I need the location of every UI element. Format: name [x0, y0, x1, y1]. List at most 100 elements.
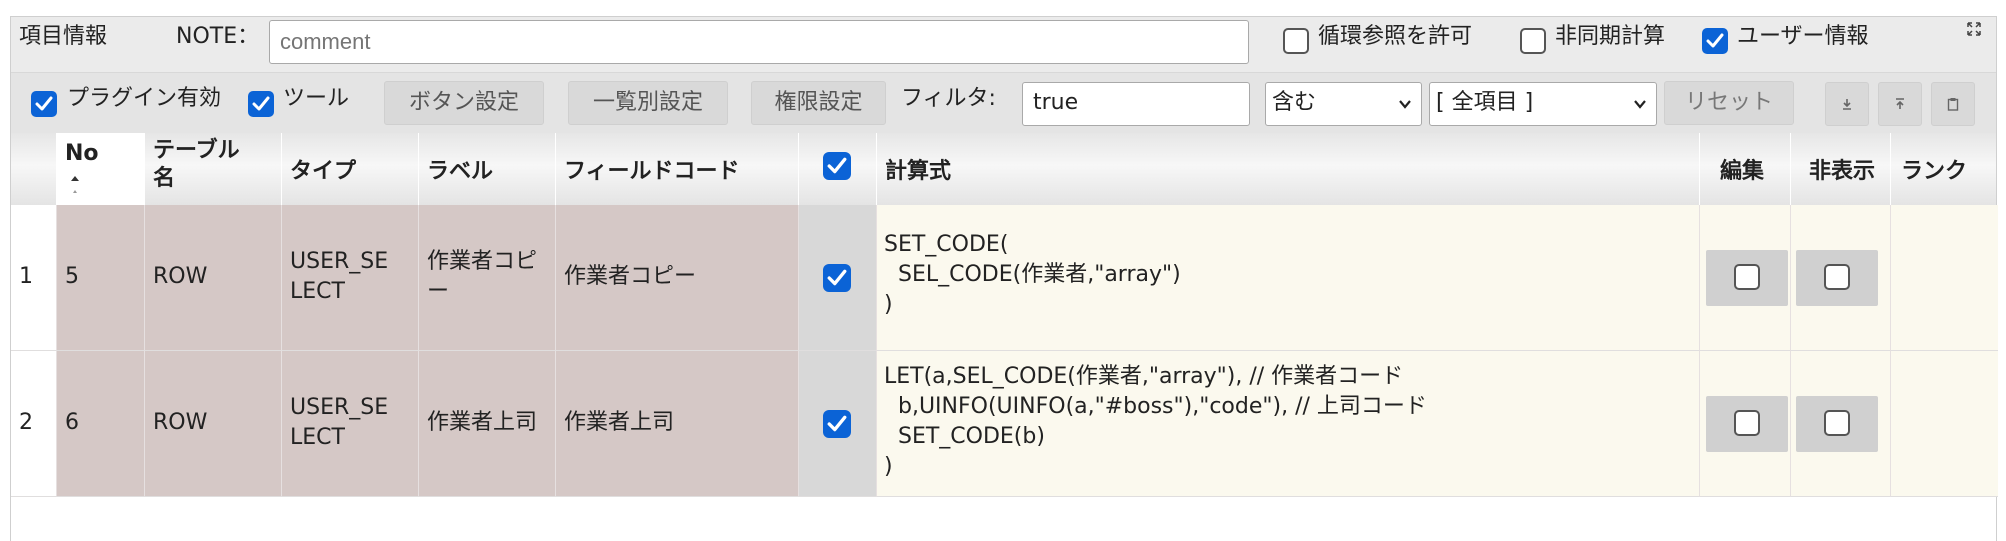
row-select-cell: [799, 205, 877, 351]
field-code-value: 作業者上司: [564, 410, 675, 435]
clipboard-icon: [1947, 98, 1959, 111]
formula-cell[interactable]: SET_CODE( SEL_CODE(作業者,"array") ): [877, 205, 1700, 351]
edit-toggle[interactable]: [1706, 396, 1788, 452]
header-type-label: タイプ: [290, 159, 357, 184]
formula-cell[interactable]: LET(a,SEL_CODE(作業者,"array"), // 作業者コード b…: [877, 351, 1700, 497]
tools-checkbox[interactable]: [248, 91, 274, 117]
allow-circular-checkbox[interactable]: [1283, 28, 1309, 54]
reset-button[interactable]: リセット: [1664, 81, 1794, 125]
note-input[interactable]: [269, 20, 1249, 64]
header-field-code[interactable]: フィールドコード: [556, 133, 799, 205]
expand-icon[interactable]: [1967, 22, 1981, 36]
formula-line: ): [884, 454, 893, 479]
header-table-name-line2: 名: [153, 166, 176, 191]
table-name-value: ROW: [153, 264, 208, 289]
type-value-line2: LECT: [290, 425, 345, 450]
type-cell: USER_SE LECT: [282, 351, 419, 497]
hidden-toggle[interactable]: [1796, 250, 1878, 306]
formula-line: SET_CODE(: [884, 232, 1009, 257]
hidden-checkbox[interactable]: [1824, 264, 1850, 290]
label-value-line1: 作業者コピ: [427, 249, 538, 274]
allow-circular-label: 循環参照を許可: [1318, 24, 1473, 49]
select-all-checkbox[interactable]: [823, 152, 851, 180]
user-info-label: ユーザー情報: [1737, 24, 1869, 49]
header-table-name[interactable]: テーブル 名: [145, 133, 282, 205]
edit-cell: [1700, 205, 1791, 351]
label-value-line2: ー: [427, 279, 450, 304]
edit-checkbox[interactable]: [1734, 264, 1760, 290]
header-no-label: No: [65, 141, 99, 166]
filter-input[interactable]: true: [1022, 82, 1250, 126]
header-formula[interactable]: 計算式: [877, 133, 1700, 205]
field-select-value: [ 全項目 ]: [1436, 90, 1534, 115]
download-button[interactable]: [1825, 82, 1869, 126]
async-calc-label: 非同期計算: [1555, 24, 1666, 49]
table-row: 1 5 ROW USER_SE LECT 作業者コピ ー 作業者コピー SET_…: [11, 205, 1998, 351]
formula-line: SET_CODE(b): [884, 424, 1045, 449]
type-value-line2: LECT: [290, 279, 345, 304]
list-settings-button[interactable]: 一覧別設定: [568, 81, 728, 125]
async-calc-checkbox[interactable]: [1520, 28, 1546, 54]
row-index-cell: 2: [11, 351, 57, 497]
rank-cell: [1891, 205, 1998, 351]
hidden-cell: [1791, 351, 1891, 497]
header-no[interactable]: No: [57, 133, 145, 205]
match-select[interactable]: 含む: [1265, 82, 1422, 126]
header-field-code-label: フィールドコード: [564, 159, 740, 184]
checkmark-icon: [35, 96, 53, 111]
plugin-enabled-checkbox[interactable]: [31, 91, 57, 117]
row-select-checkbox[interactable]: [823, 410, 851, 438]
hidden-cell: [1791, 205, 1891, 351]
header-rank[interactable]: ランク: [1891, 133, 1998, 205]
no-value: 5: [65, 264, 79, 289]
header-hidden[interactable]: 非表示: [1791, 133, 1891, 205]
header-type[interactable]: タイプ: [282, 133, 419, 205]
upload-button[interactable]: [1878, 82, 1922, 126]
user-info-checkbox[interactable]: [1702, 28, 1728, 54]
formula-settings-panel: 項目情報 NOTE： 循環参照を許可 非同期計算 ユーザー情報 プラグイン有効 …: [10, 16, 1998, 541]
checkmark-icon: [827, 415, 847, 432]
checkmark-icon: [252, 96, 270, 111]
header-edit[interactable]: 編集: [1700, 133, 1791, 205]
tools-label: ツール: [283, 86, 350, 111]
header-rank-label: ランク: [1901, 159, 1968, 184]
field-code-value: 作業者コピー: [564, 264, 697, 289]
checkmark-icon: [827, 269, 847, 286]
filter-label: フィルタ:: [901, 86, 996, 111]
field-select[interactable]: [ 全項目 ]: [1429, 82, 1657, 126]
formula-line: LET(a,SEL_CODE(作業者,"array"), // 作業者コード: [884, 364, 1404, 389]
table-name-cell: ROW: [145, 205, 282, 351]
header-formula-label: 計算式: [885, 159, 952, 184]
toolbar-row-2: プラグイン有効 ツール ボタン設定 一覧別設定 権限設定 フィルタ: true …: [11, 73, 1996, 133]
formula-line: SEL_CODE(作業者,"array"): [884, 262, 1181, 287]
header-edit-label: 編集: [1720, 159, 1765, 184]
row-select-checkbox[interactable]: [823, 264, 851, 292]
header-select-all: [799, 133, 877, 205]
clipboard-button[interactable]: [1931, 82, 1975, 126]
header-label[interactable]: ラベル: [419, 133, 556, 205]
plugin-enabled-label: プラグイン有効: [67, 86, 222, 111]
edit-checkbox[interactable]: [1734, 410, 1760, 436]
header-table-name-line1: テーブル: [153, 138, 240, 163]
button-settings-button[interactable]: ボタン設定: [384, 81, 544, 125]
table-name-cell: ROW: [145, 351, 282, 497]
label-cell: 作業者上司: [419, 351, 556, 497]
table-name-value: ROW: [153, 410, 208, 435]
type-value-line1: USER_SE: [290, 395, 389, 420]
label-cell: 作業者コピ ー: [419, 205, 556, 351]
label-value-line1: 作業者上司: [427, 410, 538, 435]
header-hidden-label: 非表示: [1809, 159, 1876, 184]
edit-toggle[interactable]: [1706, 250, 1788, 306]
hidden-checkbox[interactable]: [1824, 410, 1850, 436]
table-header: No テーブル 名 タイプ ラベル フィールドコード 計算式 編集 非表示 ラン…: [11, 133, 1996, 205]
table-row: 2 6 ROW USER_SE LECT 作業者上司 作業者上司 LET(a,S…: [11, 351, 1998, 497]
row-index: 2: [19, 410, 33, 435]
permission-settings-button[interactable]: 権限設定: [751, 81, 886, 125]
chevron-down-icon: [1634, 100, 1646, 109]
type-cell: USER_SE LECT: [282, 205, 419, 351]
match-select-value: 含む: [1272, 90, 1317, 115]
checkmark-icon: [827, 157, 847, 174]
edit-cell: [1700, 351, 1791, 497]
hidden-toggle[interactable]: [1796, 396, 1878, 452]
upload-icon: [1896, 98, 1904, 109]
